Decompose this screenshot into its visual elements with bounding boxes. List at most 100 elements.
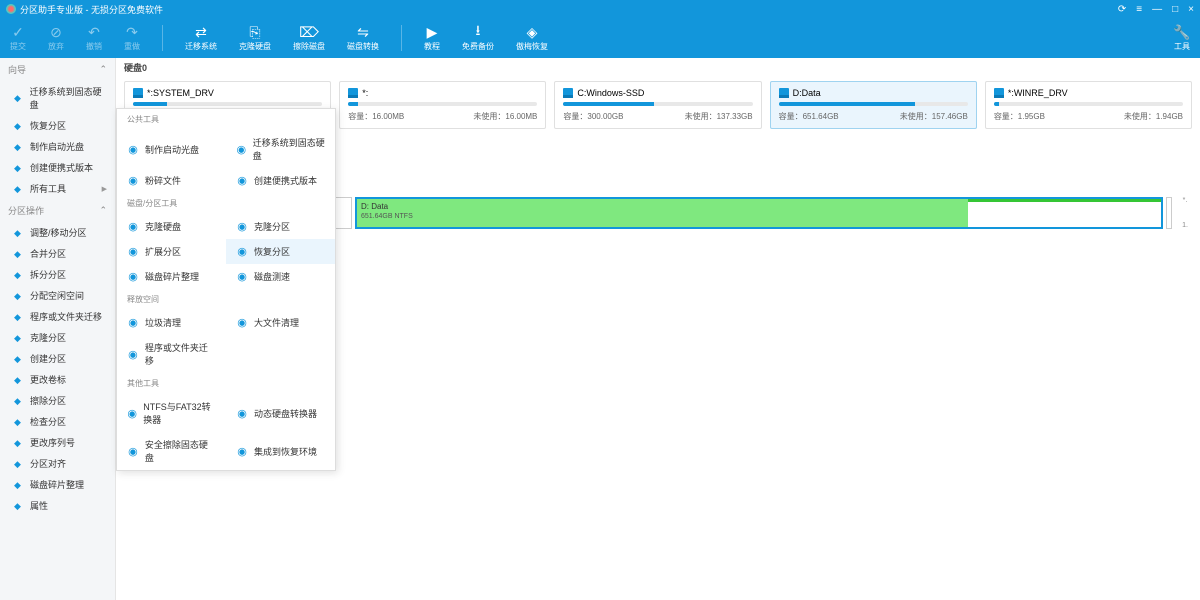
card-title: *:SYSTEM_DRV bbox=[147, 88, 214, 98]
menu-icon[interactable]: ≡ bbox=[1136, 4, 1142, 15]
popup-item[interactable]: ◉磁盘碎片整理 bbox=[117, 264, 226, 289]
sidebar-item[interactable]: ◆更改序列号 bbox=[0, 432, 115, 453]
free: 未使用：1.94GB bbox=[1124, 111, 1183, 122]
toolbar-撤销[interactable]: ↶撤销 bbox=[86, 24, 102, 52]
close-icon[interactable]: × bbox=[1188, 4, 1194, 15]
tool-icon: ◉ bbox=[127, 221, 139, 233]
item-icon: ◆ bbox=[14, 312, 24, 322]
popup-item[interactable]: ◉创建便携式版本 bbox=[226, 168, 335, 193]
popup-item[interactable]: ◉安全擦除固态硬盘 bbox=[117, 432, 226, 470]
toolbar-免费备份[interactable]: ⭳免费备份 bbox=[462, 24, 494, 52]
toolbar-克隆硬盘[interactable]: ⎘克隆硬盘 bbox=[239, 24, 271, 52]
item-icon: ◆ bbox=[14, 291, 24, 301]
usage-bar bbox=[994, 102, 1183, 106]
sidebar-item[interactable]: ◆分区对齐 bbox=[0, 453, 115, 474]
toolbar-迁移系统[interactable]: ⇄迁移系统 bbox=[185, 24, 217, 52]
tool-icon: ◉ bbox=[236, 445, 248, 457]
tool-icon: ⌦ bbox=[301, 24, 317, 40]
minimize-icon[interactable]: — bbox=[1152, 4, 1162, 15]
toolbar-separator bbox=[401, 25, 402, 51]
popup-item[interactable]: ◉克隆硬盘 bbox=[117, 214, 226, 239]
sidebar-item[interactable]: ◆恢复分区 bbox=[0, 115, 115, 136]
popup-item[interactable]: ◉大文件清理 bbox=[226, 310, 335, 335]
sidebar: 向导⌃ ◆迁移系统到固态硬盘◆恢复分区◆制作启动光盘◆创建便携式版本◆所有工具▶… bbox=[0, 58, 116, 600]
collapse-icon[interactable]: ⌃ bbox=[99, 205, 107, 216]
toolbar-教程[interactable]: ▶教程 bbox=[424, 24, 440, 52]
toolbar-提交[interactable]: ✓提交 bbox=[10, 24, 26, 52]
toolbar-傲梅恢复[interactable]: ◈傲梅恢复 bbox=[516, 24, 548, 52]
sidebar-item[interactable]: ◆检查分区 bbox=[0, 411, 115, 432]
item-icon: ◆ bbox=[14, 228, 24, 238]
popup-item[interactable]: ◉垃圾清理 bbox=[117, 310, 226, 335]
sidebar-item[interactable]: ◆程序或文件夹迁移 bbox=[0, 306, 115, 327]
sidebar-item[interactable]: ◆创建便携式版本 bbox=[0, 157, 115, 178]
sidebar-item[interactable]: ◆更改卷标 bbox=[0, 369, 115, 390]
sidebar-item[interactable]: ◆擦除分区 bbox=[0, 390, 115, 411]
popup-item[interactable]: ◉恢复分区 bbox=[226, 239, 335, 264]
content-area: 硬盘0 *:SYSTEM_DRV容量：16.00MB未使用：16.00MB*:容… bbox=[116, 58, 1200, 600]
item-icon: ◆ bbox=[14, 333, 24, 343]
toolbar-擦除磁盘[interactable]: ⌦擦除磁盘 bbox=[293, 24, 325, 52]
sidebar-section-wizard: 向导⌃ bbox=[0, 58, 115, 81]
toolbar-放弃[interactable]: ⊘放弃 bbox=[48, 24, 64, 52]
tool-icon: ◉ bbox=[127, 271, 139, 283]
tool-icon: ◈ bbox=[524, 24, 540, 40]
free: 未使用：137.33GB bbox=[685, 111, 753, 122]
sidebar-item[interactable]: ◆创建分区 bbox=[0, 348, 115, 369]
toolbar-重做[interactable]: ↷重做 bbox=[124, 24, 140, 52]
item-icon: ◆ bbox=[14, 459, 24, 469]
sidebar-item[interactable]: ◆克隆分区 bbox=[0, 327, 115, 348]
tool-icon: ◉ bbox=[236, 407, 248, 419]
popup-item[interactable]: ◉磁盘测速 bbox=[226, 264, 335, 289]
popup-item[interactable]: ◉NTFS与FAT32转换器 bbox=[117, 394, 226, 432]
sidebar-item[interactable]: ◆所有工具▶ bbox=[0, 178, 115, 199]
partition-seg[interactable] bbox=[1166, 197, 1172, 229]
refresh-icon[interactable]: ⟳ bbox=[1118, 4, 1126, 15]
popup-item[interactable]: ◉粉碎文件 bbox=[117, 168, 226, 193]
tool-icon: ◉ bbox=[127, 445, 139, 457]
capacity: 容量：300.00GB bbox=[563, 111, 623, 122]
partition-card[interactable]: *:WINRE_DRV容量：1.95GB未使用：1.94GB bbox=[985, 81, 1192, 129]
popup-item[interactable]: ◉扩展分区 bbox=[117, 239, 226, 264]
sidebar-item[interactable]: ◆拆分分区 bbox=[0, 264, 115, 285]
settings-tool[interactable]: 🔧 工具 bbox=[1174, 24, 1190, 52]
tool-icon: ◉ bbox=[236, 175, 248, 187]
tool-icon: ◉ bbox=[236, 271, 248, 283]
toolbar-磁盘转换[interactable]: ⇋磁盘转换 bbox=[347, 24, 379, 52]
tool-icon: ◉ bbox=[127, 317, 139, 329]
popup-group: 磁盘/分区工具 bbox=[117, 193, 335, 214]
popup-item[interactable]: ◉克隆分区 bbox=[226, 214, 335, 239]
tool-icon: ◉ bbox=[236, 317, 248, 329]
popup-item[interactable]: ◉动态硬盘转换器 bbox=[226, 394, 335, 432]
tool-icon: ⭳ bbox=[470, 24, 486, 40]
item-icon: ◆ bbox=[14, 375, 24, 385]
card-title: *:WINRE_DRV bbox=[1008, 88, 1068, 98]
sidebar-item[interactable]: ◆磁盘碎片整理 bbox=[0, 474, 115, 495]
partition-card[interactable]: *:容量：16.00MB未使用：16.00MB bbox=[339, 81, 546, 129]
partition-card[interactable]: C:Windows-SSD容量：300.00GB未使用：137.33GB bbox=[554, 81, 761, 129]
tool-icon: ◉ bbox=[236, 246, 248, 258]
partition-seg-selected[interactable]: D: Data 651.64GB NTFS bbox=[355, 197, 1163, 229]
sidebar-item[interactable]: ◆制作启动光盘 bbox=[0, 136, 115, 157]
disk-label: 硬盘0 bbox=[116, 58, 1200, 77]
collapse-icon[interactable]: ⌃ bbox=[99, 64, 107, 75]
item-icon: ◆ bbox=[14, 142, 24, 152]
item-icon: ◆ bbox=[14, 354, 24, 364]
tool-icon: ⊘ bbox=[48, 24, 64, 40]
popup-item[interactable]: ◉集成到恢复环境 bbox=[226, 432, 335, 470]
app-title: 分区助手专业版 - 无损分区免费软件 bbox=[20, 3, 163, 16]
partition-card[interactable]: D:Data容量：651.64GB未使用：157.46GB bbox=[770, 81, 977, 129]
sidebar-item[interactable]: ◆属性 bbox=[0, 495, 115, 516]
tool-icon: ▶ bbox=[424, 24, 440, 40]
sidebar-item[interactable]: ◆分配空闲空间 bbox=[0, 285, 115, 306]
tool-icon: ⇋ bbox=[355, 24, 371, 40]
sidebar-item[interactable]: ◆迁移系统到固态硬盘 bbox=[0, 81, 115, 115]
drive-icon bbox=[563, 88, 573, 98]
popup-item[interactable]: ◉迁移系统到固态硬盘 bbox=[226, 130, 335, 168]
popup-item[interactable]: ◉制作启动光盘 bbox=[117, 130, 226, 168]
maximize-icon[interactable]: □ bbox=[1172, 4, 1178, 15]
capacity: 容量：651.64GB bbox=[779, 111, 839, 122]
popup-item[interactable]: ◉程序或文件夹迁移 bbox=[117, 335, 226, 373]
sidebar-item[interactable]: ◆合并分区 bbox=[0, 243, 115, 264]
sidebar-item[interactable]: ◆调整/移动分区 bbox=[0, 222, 115, 243]
